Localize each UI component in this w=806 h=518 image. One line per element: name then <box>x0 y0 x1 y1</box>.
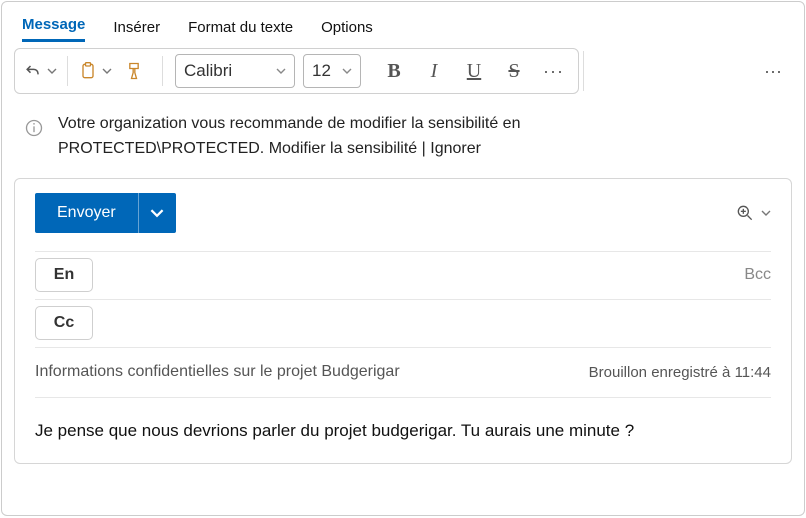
sensitivity-message: Votre organization vous recommande de mo… <box>58 112 520 162</box>
font-family-value: Calibri <box>184 61 232 81</box>
body-row: Je pense que nous devrions parler du pro… <box>35 397 771 464</box>
font-family-select[interactable]: Calibri <box>175 54 295 88</box>
send-button[interactable]: Envoyer <box>35 193 138 233</box>
modify-sensitivity-link[interactable]: Modifier la sensibilité <box>269 140 418 157</box>
tab-insert[interactable]: Insérer <box>113 19 160 42</box>
subject-field[interactable] <box>35 363 589 381</box>
clipboard-button[interactable] <box>78 54 112 88</box>
send-button-group: Envoyer <box>35 193 176 233</box>
more-formatting-button[interactable]: ··· <box>537 61 570 82</box>
info-line2-prefix: PROTECTED\PROTECTED. <box>58 140 269 157</box>
strikethrough-button[interactable]: S <box>497 60 531 83</box>
send-options-button[interactable] <box>138 193 176 233</box>
chevron-down-icon <box>342 61 352 81</box>
toolbar-container: Calibri 12 B I U S ··· ··· <box>2 42 804 104</box>
info-line1: Votre organization vous recommande de mo… <box>58 115 520 132</box>
chevron-down-icon <box>276 61 286 81</box>
to-row: En Bcc <box>35 251 771 299</box>
undo-button[interactable] <box>23 54 57 88</box>
subject-row: Brouillon enregistré à 11:44 <box>35 347 771 397</box>
compose-panel: Envoyer En Bcc Cc Brouillon enregistré à… <box>14 178 792 465</box>
cc-row: Cc <box>35 299 771 347</box>
to-field[interactable] <box>109 258 734 292</box>
font-size-select[interactable]: 12 <box>303 54 361 88</box>
tab-format[interactable]: Format du texte <box>188 19 293 42</box>
to-label-button[interactable]: En <box>35 258 93 292</box>
toolbar-overflow-button[interactable]: ··· <box>754 61 792 82</box>
compose-window: Message Insérer Format du texte Options <box>1 1 805 516</box>
info-separator: | <box>417 140 430 157</box>
formatting-toolbar: Calibri 12 B I U S ··· <box>14 48 579 94</box>
bcc-toggle[interactable]: Bcc <box>734 266 771 284</box>
italic-button[interactable]: I <box>417 60 451 83</box>
tab-options[interactable]: Options <box>321 19 373 42</box>
zoom-button[interactable] <box>735 203 771 223</box>
font-size-value: 12 <box>312 61 331 81</box>
message-body[interactable]: Je pense que nous devrions parler du pro… <box>35 418 771 444</box>
draft-saved-status: Brouillon enregistré à 11:44 <box>589 364 771 381</box>
info-icon <box>24 118 44 162</box>
sensitivity-info-bar: Votre organization vous recommande de mo… <box>2 104 804 178</box>
ribbon-tabs: Message Insérer Format du texte Options <box>2 2 804 42</box>
bold-button[interactable]: B <box>377 60 411 83</box>
send-row: Envoyer <box>35 193 771 233</box>
format-painter-button[interactable] <box>118 54 150 88</box>
tab-message[interactable]: Message <box>22 16 85 42</box>
underline-button[interactable]: U <box>457 60 491 83</box>
cc-field[interactable] <box>109 306 771 340</box>
cc-label-button[interactable]: Cc <box>35 306 93 340</box>
ignore-sensitivity-link[interactable]: Ignorer <box>430 140 481 157</box>
